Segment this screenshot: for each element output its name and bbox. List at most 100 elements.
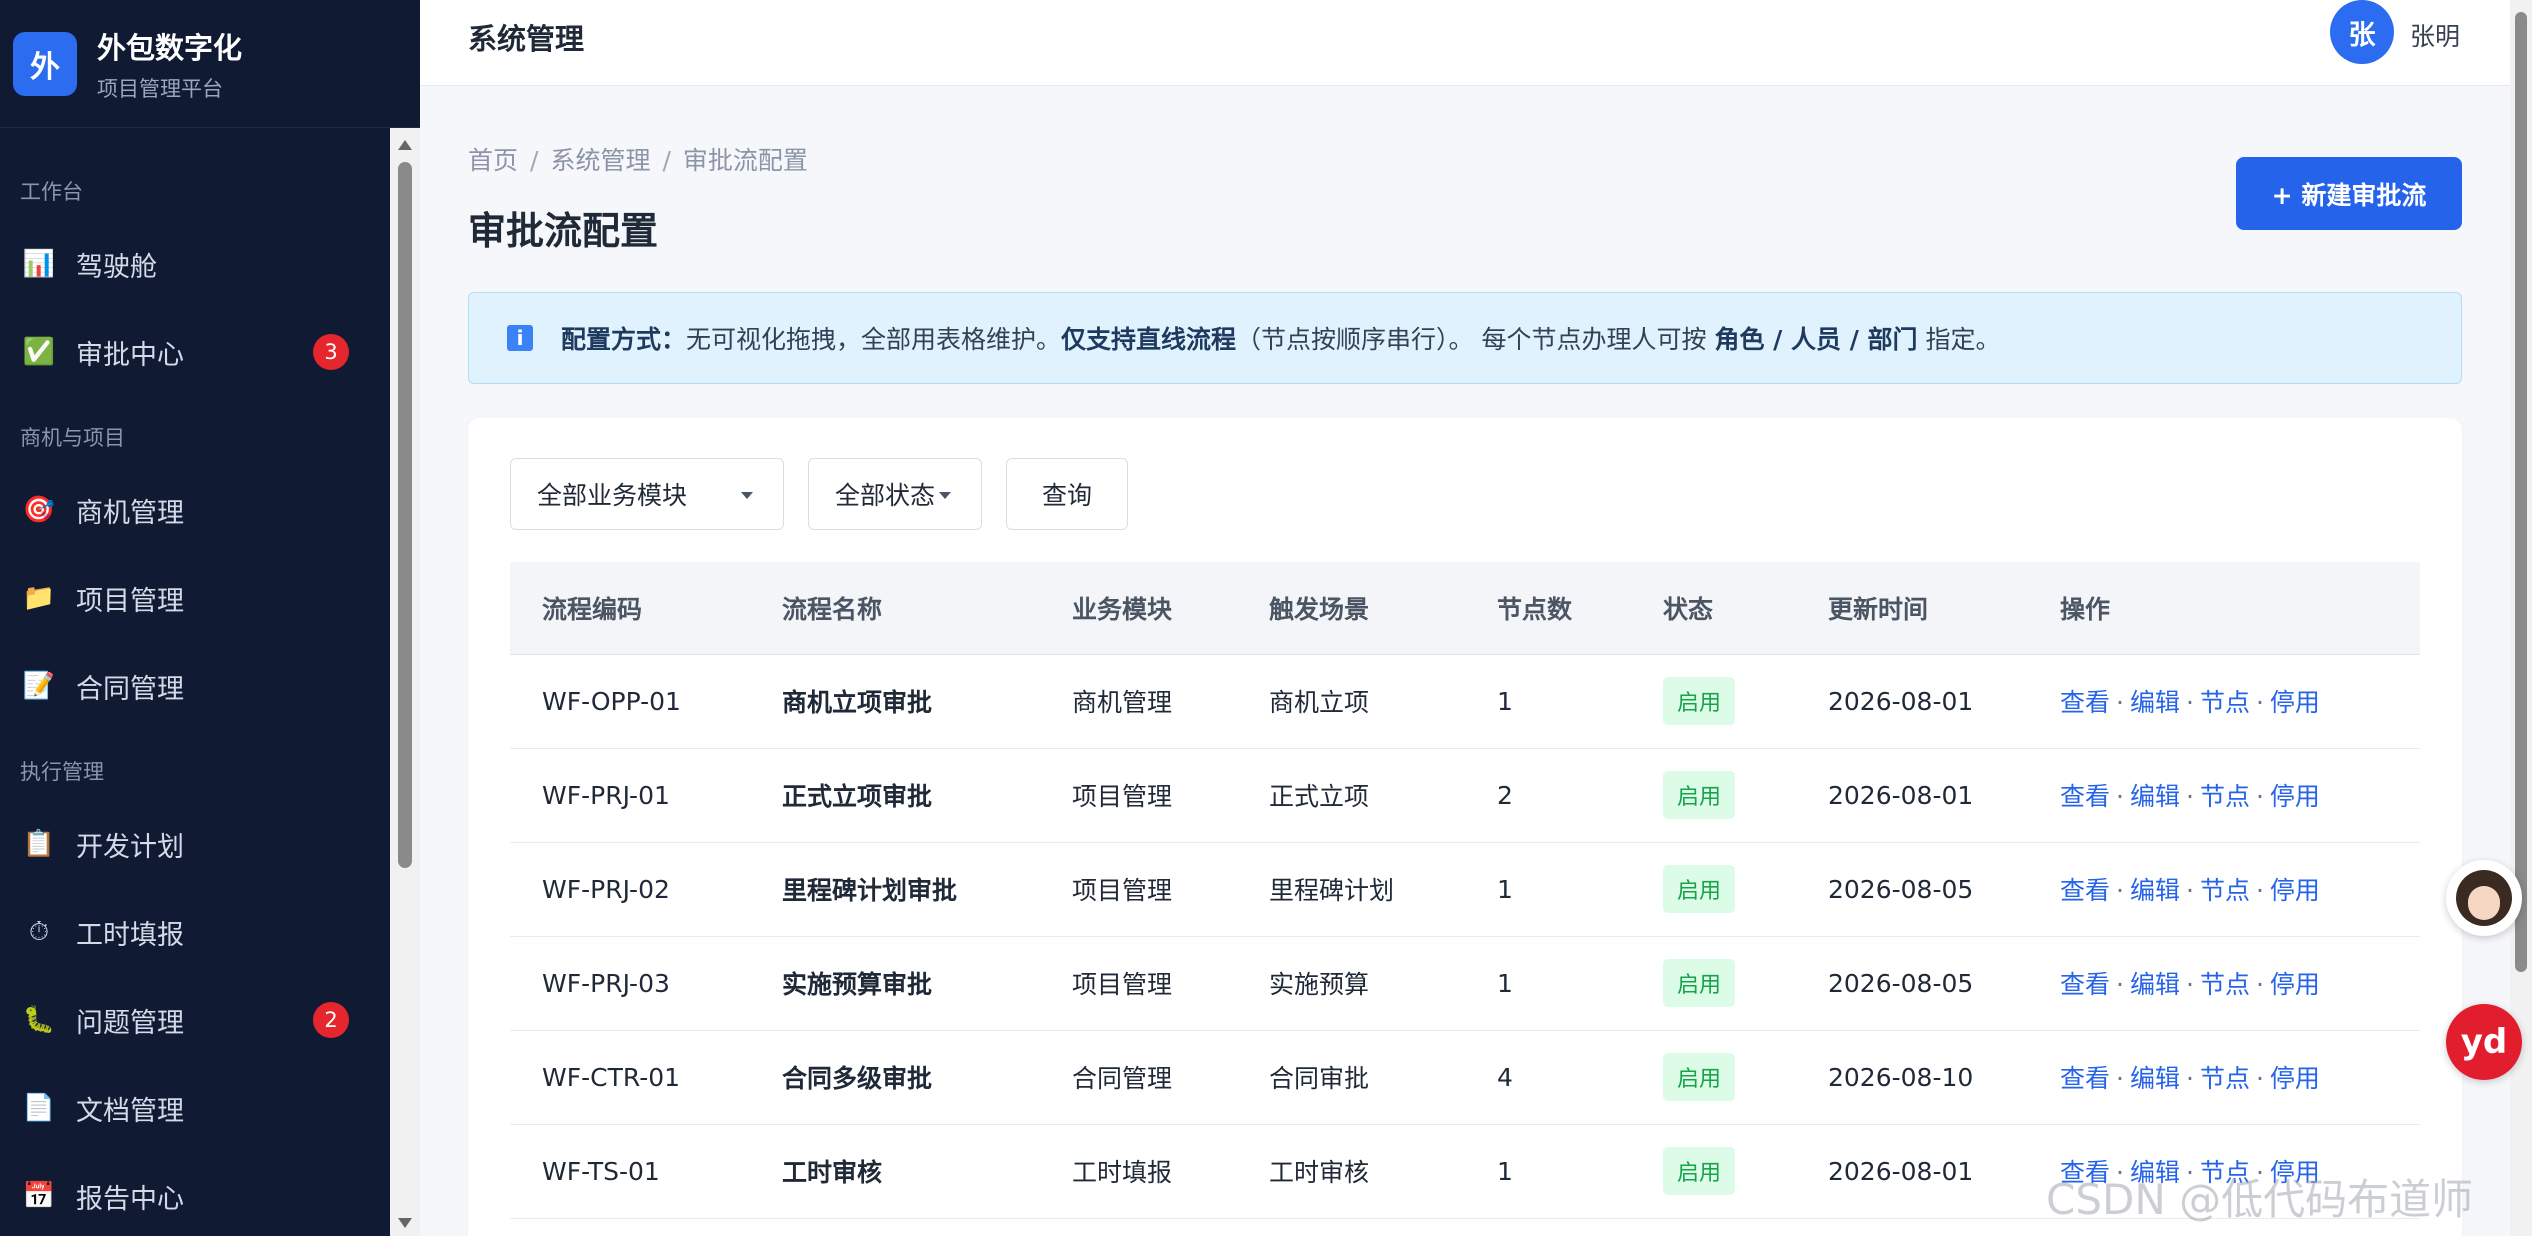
clipboard-icon: 📋 [22,829,56,859]
action-link[interactable]: 停用 [2270,1064,2320,1093]
info-text: 指定。 [1917,325,2001,354]
action-link[interactable]: 节点 [2200,970,2250,999]
info-text: （节点按顺序串行）。 每个节点办理人可按 [1236,325,1715,354]
info-icon: i [507,325,533,351]
sidebar-item[interactable]: 📄 文档管理 [0,1064,392,1152]
sidebar-item[interactable]: 🐛 问题管理 2 [0,976,392,1064]
action-link[interactable]: 停用 [2270,970,2320,999]
flow-code-cell: WF-OPP-01 [510,654,750,749]
info-banner: i 配置方式：无可视化拖拽，全部用表格维护。仅支持直线流程（节点按顺序串行）。 … [468,292,2462,384]
chart-icon: 📊 [22,249,56,279]
watermark: CSDN @低代码布道师 [2046,1175,2474,1224]
query-button[interactable]: 查询 [1006,458,1128,530]
table-row: WF-PRJ-01 正式立项审批 项目管理 正式立项 2 启用 2026-08-01 查看 · 编… [510,748,2420,843]
flow-name-cell: 实施预算审批 [750,936,1040,1031]
breadcrumb-system[interactable]: 系统管理 [550,146,650,175]
action-link[interactable]: 查看 [2060,970,2110,999]
action-link[interactable]: 停用 [2270,688,2320,717]
updated-cell: 2026-08-05 [1796,842,2028,937]
status-cell: 启用 [1631,1124,1796,1219]
brand-logo: 外 [13,31,77,96]
username[interactable]: 张明 [2410,17,2460,53]
action-link[interactable]: 查看 [2060,782,2110,811]
status-cell: 启用 [1631,748,1796,843]
action-link[interactable]: 编辑 [2130,1064,2180,1093]
sidebar-item[interactable]: 🎯 商机管理 [0,466,392,554]
module-cell: 合同管理 [1040,1030,1237,1125]
status-cell: 启用 [1631,936,1796,1031]
assistant-avatar-button[interactable] [2446,860,2522,936]
action-separator: · [2185,782,2194,811]
sidebar-item[interactable]: 📋 开发计划 [0,800,392,888]
column-header: 操作 [2028,562,2420,655]
info-label: 配置方式： [561,325,687,354]
youdao-button[interactable]: yd [2446,1004,2522,1080]
action-link[interactable]: 节点 [2200,1064,2250,1093]
scroll-down-arrow-icon[interactable] [398,1218,412,1228]
sidebar-item[interactable]: 📅 报告中心 [0,1152,392,1236]
breadcrumb-home[interactable]: 首页 [468,146,518,175]
flow-code-cell: WF-PRJ-02 [510,842,750,937]
count-badge: 3 [313,334,349,370]
sidebar-scrollbar[interactable] [390,128,420,1236]
sidebar-item[interactable]: ✅ 审批中心 3 [0,308,392,396]
sidebar-item-label: 开发计划 [76,831,184,863]
scroll-up-arrow-icon[interactable] [398,140,412,150]
actions-cell: 查看 · 编辑 · 节点 · 停用 [2028,1030,2420,1125]
action-link[interactable]: 查看 [2060,876,2110,905]
sidebar-item[interactable]: 📊 驾驶舱 [0,220,392,308]
table-row: WF-PRJ-02 里程碑计划审批 项目管理 里程碑计划 1 启用 2026-08-05 查看… [510,842,2420,937]
scene-cell: 正式立项 [1237,748,1465,843]
action-link[interactable]: 节点 [2200,876,2250,905]
actions-cell: 查看 · 编辑 · 节点 · 停用 [2028,936,2420,1031]
scene-cell: 合同审批 [1237,1030,1465,1125]
flow-code-cell: WF-PRJ-03 [510,936,750,1031]
sidebar-scroll-thumb[interactable] [398,162,412,868]
status-badge: 启用 [1663,865,1736,913]
brand: 外 外包数字化 项目管理平台 [0,0,420,128]
flow-code-cell: WF-PRJ-01 [510,748,750,843]
flow-list-card: 全部业务模块 全部状态 查询 流程编码 流程名称 业务模块 触发场景 节点数 状态 更新时间… [468,418,2462,1236]
sidebar-item[interactable]: 📝 合同管理 [0,642,392,730]
column-header: 触发场景 [1237,562,1465,655]
sidebar-item-label: 报告中心 [76,1183,184,1215]
module-select[interactable]: 全部业务模块 [510,458,784,530]
action-link[interactable]: 查看 [2060,1064,2110,1093]
action-link[interactable]: 节点 [2200,688,2250,717]
page-scroll-thumb[interactable] [2515,12,2527,972]
count-badge: 2 [313,1002,349,1038]
sidebar-item[interactable]: 📁 项目管理 [0,554,392,642]
action-link[interactable]: 编辑 [2130,970,2180,999]
status-select[interactable]: 全部状态 [808,458,982,530]
updated-cell: 2026-08-05 [1796,936,2028,1031]
actions-cell: 查看 · 编辑 · 节点 · 停用 [2028,842,2420,937]
status-select-value: 全部状态 [835,481,936,510]
action-link[interactable]: 编辑 [2130,876,2180,905]
action-link[interactable]: 编辑 [2130,782,2180,811]
action-separator: · [2116,782,2124,811]
action-link[interactable]: 节点 [2200,782,2250,811]
breadcrumb-current: 审批流配置 [682,146,808,175]
status-badge: 启用 [1663,1147,1736,1195]
action-link[interactable]: 查看 [2060,688,2110,717]
sidebar-item[interactable]: ⏱ 工时填报 [0,888,392,976]
nodes-cell: 4 [1465,1030,1631,1125]
action-link[interactable]: 停用 [2270,782,2320,811]
new-approval-flow-button[interactable]: + 新建审批流 [2236,157,2462,230]
caret-down-icon [939,492,951,499]
avatar[interactable]: 张 [2330,0,2394,64]
nodes-cell: 1 [1465,1124,1631,1219]
action-separator: · [2255,1064,2264,1093]
status-badge: 启用 [1663,677,1736,725]
actions-cell: 查看 · 编辑 · 节点 · 停用 [2028,654,2420,749]
action-link[interactable]: 编辑 [2130,688,2180,717]
nav-section-title: 执行管理 [20,760,104,784]
status-cell: 启用 [1631,654,1796,749]
action-link[interactable]: 停用 [2270,876,2320,905]
module-cell: 商机管理 [1040,654,1237,749]
updated-cell: 2026-08-10 [1796,1030,2028,1125]
flow-name-cell: 正式立项审批 [750,748,1040,843]
scene-cell: 实施预算 [1237,936,1465,1031]
status-badge: 启用 [1663,771,1736,819]
check-icon: ✅ [22,337,56,367]
